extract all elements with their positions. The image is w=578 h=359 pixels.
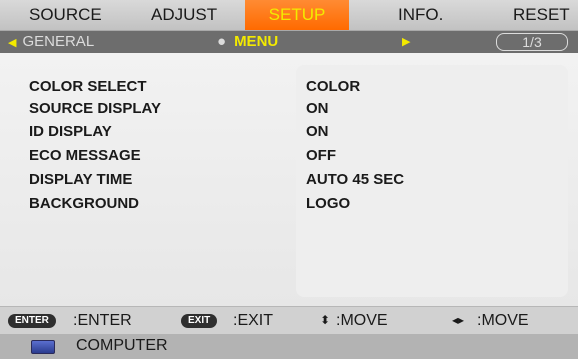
setting-label-background[interactable]: BACKGROUND	[29, 195, 139, 212]
left-arrow-icon: ◀	[8, 37, 17, 49]
move-horizontal-hint: :MOVE	[477, 312, 529, 329]
setting-label-color-select[interactable]: COLOR SELECT	[29, 78, 147, 95]
submenu-menu-label: MENU	[234, 33, 279, 50]
tab-reset[interactable]: RESET	[513, 0, 570, 30]
submenu-general[interactable]: ◀ GENERAL	[8, 31, 94, 53]
selected-dot-icon: ●	[217, 33, 227, 50]
key-hint-bar: ENTER :ENTER EXIT :EXIT ⬍ :MOVE ◂▸ :MOVE	[0, 306, 578, 334]
setting-value-eco-message[interactable]: OFF	[306, 147, 336, 164]
current-source-label: COMPUTER	[76, 337, 168, 354]
setting-label-id-display[interactable]: ID DISPLAY	[29, 123, 112, 140]
enter-key-badge: ENTER	[8, 314, 56, 328]
setting-label-source-display[interactable]: SOURCE DISPLAY	[29, 100, 161, 117]
main-tab-bar: SOURCE ADJUST SETUP INFO. RESET	[0, 0, 578, 31]
enter-hint: :ENTER	[73, 312, 132, 329]
right-arrow-icon[interactable]: ▶	[402, 31, 410, 53]
exit-hint: :EXIT	[233, 312, 274, 329]
setting-value-color-select[interactable]: COLOR	[306, 78, 360, 95]
submenu-bar: ◀ GENERAL ● MENU ▶	[0, 31, 578, 53]
page-indicator: 1/3	[496, 33, 568, 51]
source-bar: COMPUTER	[0, 334, 578, 359]
tab-info[interactable]: INFO.	[398, 0, 443, 30]
tab-adjust[interactable]: ADJUST	[151, 0, 217, 30]
exit-key-badge: EXIT	[181, 314, 218, 328]
setting-value-background[interactable]: LOGO	[306, 195, 350, 212]
settings-panel: COLOR SELECT COLOR SOURCE DISPLAY ON ID …	[0, 53, 578, 306]
setting-value-source-display[interactable]: ON	[306, 100, 329, 117]
setting-label-eco-message[interactable]: ECO MESSAGE	[29, 147, 141, 164]
submenu-general-label: GENERAL	[22, 33, 95, 50]
setting-value-display-time[interactable]: AUTO 45 SEC	[306, 171, 404, 188]
left-right-arrows-icon: ◂▸	[452, 313, 465, 327]
move-vertical-hint: :MOVE	[336, 312, 388, 329]
submenu-menu[interactable]: ● MENU	[217, 31, 278, 53]
up-down-arrows-icon: ⬍	[320, 313, 331, 327]
projector-osd: SOURCE ADJUST SETUP INFO. RESET ◀ GENERAL…	[0, 0, 578, 359]
tab-setup[interactable]: SETUP	[245, 0, 349, 30]
computer-input-icon	[31, 340, 55, 354]
setting-label-display-time[interactable]: DISPLAY TIME	[29, 171, 132, 188]
setting-value-id-display[interactable]: ON	[306, 123, 329, 140]
tab-source[interactable]: SOURCE	[29, 0, 102, 30]
